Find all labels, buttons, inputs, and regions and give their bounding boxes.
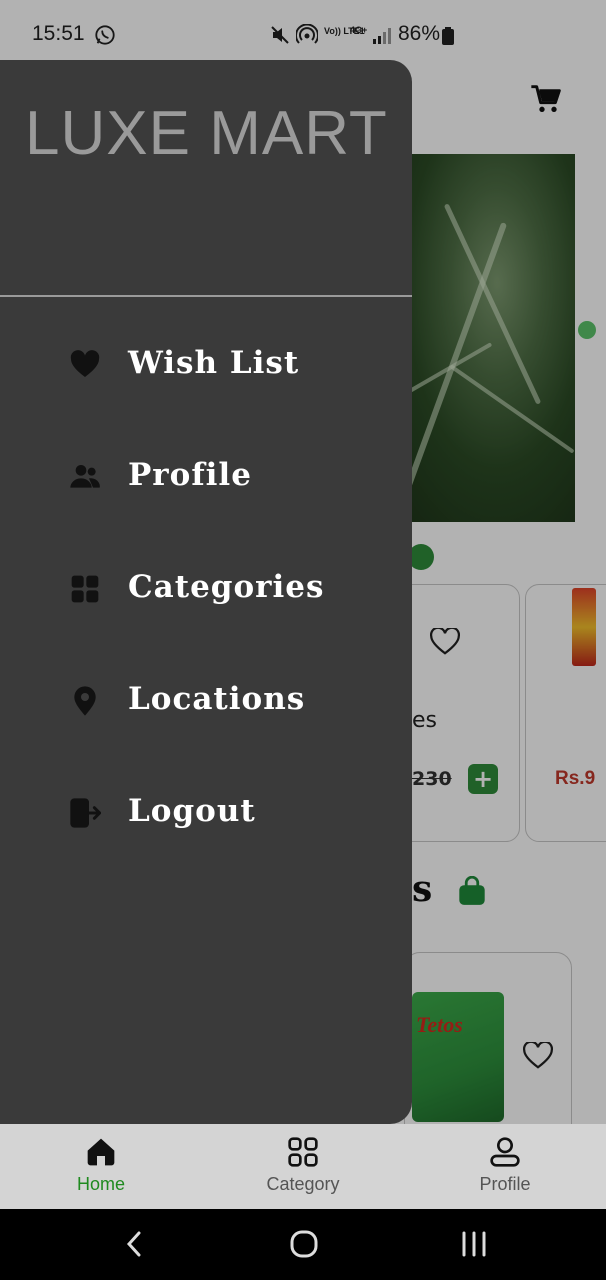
menu-item-wish-list[interactable]: Wish List [0, 325, 412, 405]
home-icon [87, 1138, 115, 1166]
menu-item-label: Categories [128, 569, 325, 605]
menu-item-label: Logout [128, 793, 256, 829]
navigation-drawer: LUXE MART Wish List Profile Categories L… [0, 60, 412, 1124]
nav-label: Category [266, 1174, 340, 1194]
heart-icon [70, 350, 100, 377]
bottom-navigation: Home Category Profile [0, 1124, 606, 1209]
home-button-icon[interactable] [289, 1229, 319, 1259]
menu-item-label: Locations [128, 681, 306, 717]
nav-label: Profile [479, 1174, 531, 1194]
system-navigation-bar [0, 1209, 606, 1280]
menu-item-profile[interactable]: Profile [0, 437, 412, 517]
nav-category[interactable]: Category [202, 1124, 404, 1209]
menu-item-categories[interactable]: Categories [0, 549, 412, 629]
grid-outline-icon [288, 1137, 318, 1167]
grid-icon [71, 575, 99, 603]
logout-icon [70, 798, 101, 828]
location-pin-icon [74, 686, 96, 716]
recents-icon[interactable] [459, 1229, 489, 1259]
people-icon [70, 465, 100, 488]
person-icon [490, 1137, 520, 1167]
menu-item-locations[interactable]: Locations [0, 661, 412, 741]
divider [0, 295, 412, 297]
menu-item-label: Profile [128, 457, 252, 493]
nav-profile[interactable]: Profile [404, 1124, 606, 1209]
menu-item-logout[interactable]: Logout [0, 773, 412, 853]
nav-label: Home [76, 1174, 125, 1194]
nav-home[interactable]: Home [0, 1124, 202, 1209]
menu-item-label: Wish List [128, 345, 300, 381]
back-icon[interactable] [120, 1229, 150, 1259]
app-title: LUXE MART [25, 99, 388, 168]
